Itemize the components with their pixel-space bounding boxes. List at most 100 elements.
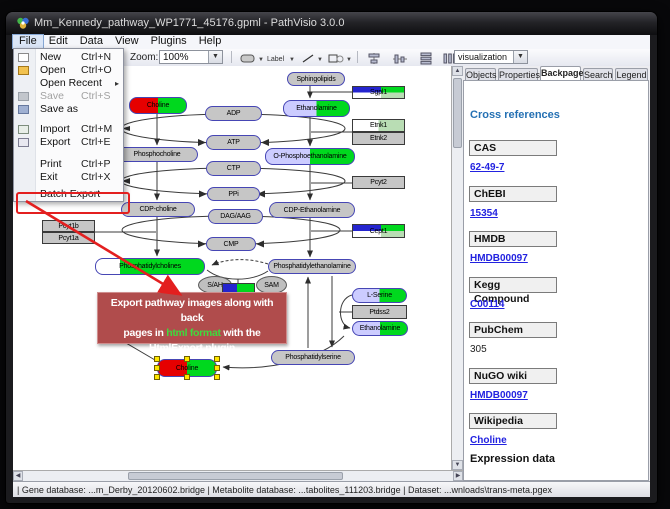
pathway-node-cmp[interactable]: CMP bbox=[206, 237, 256, 251]
expression-data-heading: Expression data bbox=[470, 453, 555, 465]
selection-handle[interactable] bbox=[154, 365, 160, 371]
pathway-node-sgpl1[interactable]: Sgpl1 bbox=[352, 86, 405, 99]
file-menu-item-save-as[interactable]: Save as bbox=[14, 103, 123, 116]
pathway-node-adp[interactable]: ADP bbox=[205, 106, 262, 121]
pathway-node-phosphatidylcholines[interactable]: Phosphatidylcholines bbox=[95, 258, 205, 275]
scroll-down-icon[interactable]: ▼ bbox=[452, 460, 463, 470]
scroll-up-icon[interactable]: ▲ bbox=[452, 66, 463, 76]
file-menu-item-import[interactable]: ImportCtrl+M bbox=[14, 123, 123, 136]
horizontal-scrollbar[interactable]: ◀ ▶ bbox=[13, 470, 463, 481]
toolbar-separator bbox=[231, 51, 232, 63]
window-title: Mm_Kennedy_pathway_WP1771_45176.gpml - P… bbox=[34, 17, 344, 29]
scrollbar-thumb[interactable] bbox=[453, 78, 462, 148]
file-menu-item-open-recent[interactable]: Open Recent▸ bbox=[14, 77, 123, 90]
selection-handle[interactable] bbox=[184, 374, 190, 380]
chevron-down-icon[interactable]: ▼ bbox=[208, 51, 222, 63]
align-center-icon[interactable] bbox=[365, 51, 383, 66]
pathway-node-pcyt2[interactable]: Pcyt2 bbox=[352, 176, 405, 189]
tab-legend[interactable]: Legend bbox=[615, 68, 648, 80]
distribute-vertical-icon[interactable] bbox=[417, 51, 435, 66]
backpage-link[interactable]: 15354 bbox=[470, 208, 498, 219]
selection-handle[interactable] bbox=[214, 374, 220, 380]
backpage-section-cas: CAS bbox=[469, 140, 557, 156]
pathway-node-etnk1[interactable]: Etnk1 bbox=[352, 119, 405, 132]
selection-handle[interactable] bbox=[154, 374, 160, 380]
scroll-right-icon[interactable]: ▶ bbox=[453, 471, 463, 481]
pathway-node-phosphocholine[interactable]: Phosphocholine bbox=[116, 147, 198, 162]
tab-objects[interactable]: Objects bbox=[465, 68, 496, 80]
pathway-node-ctp[interactable]: CTP bbox=[206, 161, 261, 176]
pathway-node-phosphatidylethanolamine[interactable]: Phosphatidylethanolamine bbox=[268, 259, 356, 274]
file-menu-item-save: SaveCtrl+S bbox=[14, 90, 123, 103]
menubar-item-help[interactable]: Help bbox=[193, 35, 228, 48]
pathway-node-choline[interactable]: Choline bbox=[129, 97, 187, 114]
menubar-item-edit[interactable]: Edit bbox=[43, 35, 74, 48]
backpage-panel: Cross references Expression data CAS62-4… bbox=[463, 80, 649, 481]
tab-search[interactable]: Search bbox=[583, 68, 613, 80]
pathway-node-ppi[interactable]: PPi bbox=[207, 187, 260, 201]
selection-handle[interactable] bbox=[154, 356, 160, 362]
file-menu-item-exit[interactable]: ExitCtrl+X bbox=[14, 171, 123, 184]
app-icon bbox=[16, 16, 30, 30]
menubar-item-view[interactable]: View bbox=[109, 35, 145, 48]
svg-text:Label: Label bbox=[267, 56, 285, 63]
line-tool-button[interactable]: ▼ bbox=[299, 51, 325, 66]
pathway-node-cept1[interactable]: Cept1 bbox=[352, 224, 405, 238]
selection-handle[interactable] bbox=[214, 365, 220, 371]
scrollbar-thumb[interactable] bbox=[128, 472, 343, 480]
vertical-scrollbar[interactable]: ▲ ▼ bbox=[451, 66, 463, 470]
import-icon bbox=[18, 125, 29, 134]
side-panel: ObjectsPropertiesBackpageSearchLegend Cr… bbox=[463, 66, 650, 481]
backpage-link[interactable]: HMDB00097 bbox=[470, 390, 528, 401]
selection-handle[interactable] bbox=[214, 356, 220, 362]
pathway-node-etnk2[interactable]: Etnk2 bbox=[352, 132, 405, 145]
shape-tool-button[interactable]: ▼ bbox=[326, 51, 354, 66]
file-menu-item-batch-export[interactable]: Batch Export bbox=[14, 188, 123, 201]
file-menu-item-new[interactable]: NewCtrl+N bbox=[14, 51, 123, 64]
pathvisio-window: Mm_Kennedy_pathway_WP1771_45176.gpml - P… bbox=[6, 12, 657, 503]
backpage-section-wikipedia: Wikipedia bbox=[469, 413, 557, 429]
align-middle-icon[interactable] bbox=[391, 51, 409, 66]
backpage-link[interactable]: Choline bbox=[470, 435, 507, 446]
backpage-link[interactable]: HMDB00097 bbox=[470, 253, 528, 264]
titlebar[interactable]: Mm_Kennedy_pathway_WP1771_45176.gpml - P… bbox=[6, 12, 657, 35]
pathway-node-atp[interactable]: ATP bbox=[206, 135, 261, 150]
pathway-node-o-phosphoethanolamine[interactable]: O-Phosphoethanolamine bbox=[265, 148, 355, 165]
backpage-section-hmdb: HMDB bbox=[469, 231, 557, 247]
pathway-node-phosphatidylserine[interactable]: Phosphatidylserine bbox=[271, 350, 355, 365]
pathway-node-cdp-ethanolamine[interactable]: CDP-Ethanolamine bbox=[269, 202, 355, 218]
menu-item-label: Open Recent bbox=[40, 77, 102, 90]
visualization-combobox[interactable]: visualization▼ bbox=[454, 50, 528, 64]
pathway-node-dag-aag[interactable]: DAG/AAG bbox=[208, 209, 263, 224]
label-tool-button[interactable]: Label▼ bbox=[265, 51, 297, 66]
gene-tool-button[interactable]: ▼ bbox=[238, 51, 264, 66]
backpage-link[interactable]: C00114 bbox=[470, 299, 504, 310]
menubar-item-plugins[interactable]: Plugins bbox=[145, 35, 193, 48]
open-folder-icon bbox=[18, 66, 29, 75]
tab-properties[interactable]: Properties bbox=[498, 68, 538, 80]
zoom-label: Zoom: bbox=[130, 52, 158, 63]
pathway-node-l-serine[interactable]: L-Serine bbox=[352, 288, 407, 303]
backpage-section-pubchem: PubChem bbox=[469, 322, 557, 338]
pathway-node-pcyt1b[interactable]: Pcyt1b bbox=[42, 220, 95, 232]
file-menu-item-open[interactable]: OpenCtrl+O bbox=[14, 64, 123, 77]
menu-item-label: Print bbox=[40, 158, 62, 171]
scroll-left-icon[interactable]: ◀ bbox=[13, 471, 23, 481]
zoom-combobox[interactable]: 100%▼ bbox=[159, 50, 223, 64]
pathway-node-ptdss2[interactable]: Ptdss2 bbox=[352, 305, 407, 319]
file-menu-item-export[interactable]: ExportCtrl+E bbox=[14, 136, 123, 149]
save-as-icon bbox=[18, 105, 29, 114]
file-menu-item-print[interactable]: PrintCtrl+P bbox=[14, 158, 123, 171]
pathway-node-pcyt1a[interactable]: Pcyt1a bbox=[42, 232, 95, 244]
menubar-item-data[interactable]: Data bbox=[74, 35, 109, 48]
pathway-node-ethanolamine[interactable]: Ethanolamine bbox=[352, 321, 408, 336]
chevron-down-icon[interactable]: ▼ bbox=[513, 51, 527, 63]
pathway-node-sphingolipids[interactable]: Sphingolipids bbox=[287, 72, 345, 86]
pathway-node-ethanolamine[interactable]: Ethanolamine bbox=[283, 100, 350, 117]
tab-backpage[interactable]: Backpage bbox=[540, 66, 581, 80]
backpage-section-chebi: ChEBI bbox=[469, 186, 557, 202]
selection-handle[interactable] bbox=[184, 356, 190, 362]
pathway-node-cdp-choline[interactable]: CDP-choline bbox=[121, 202, 195, 217]
backpage-link[interactable]: 62-49-7 bbox=[470, 162, 504, 173]
menubar-item-file[interactable]: File bbox=[13, 35, 43, 48]
